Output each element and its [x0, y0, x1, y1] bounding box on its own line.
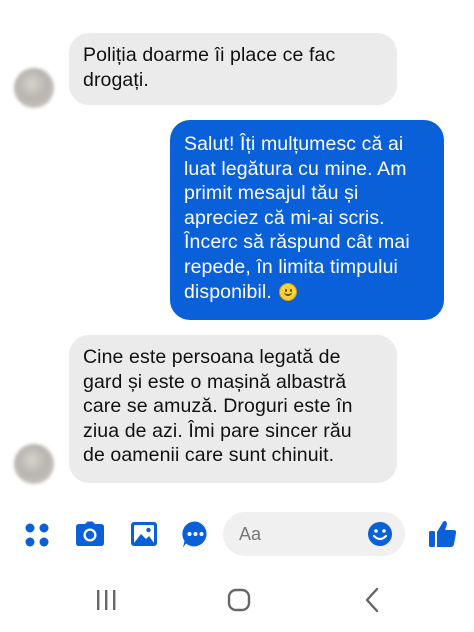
message-text-line: Încerc să răspund cât mai — [184, 231, 410, 254]
message-input[interactable]: Aa — [223, 512, 405, 556]
incoming-message-bubble[interactable]: Cine este persoana legată de gard și est… — [69, 335, 397, 483]
message-text: disponibil. — [184, 280, 272, 303]
message-text-line: care se amuză. Droguri este în — [83, 395, 353, 418]
back-icon[interactable] — [364, 587, 380, 613]
message-text-line: Poliția doarme îi place ce fac — [83, 44, 336, 66]
message-text-line: Cine este persoana legată de — [83, 346, 341, 368]
smiling-face-emoji-icon — [279, 282, 298, 301]
thumbs-up-icon[interactable] — [428, 519, 458, 549]
message-text-line: Salut! Îți mulțumesc că ai — [184, 133, 404, 155]
message-text-line: apreciez că mi-ai scris. — [184, 206, 385, 229]
outgoing-message-bubble[interactable]: Salut! Îți mulțumesc că ai luat legătura… — [170, 120, 444, 320]
contact-avatar[interactable] — [14, 444, 54, 484]
grid-menu-icon[interactable] — [24, 522, 50, 548]
message-text-line: luat legătura cu mine. Am — [184, 157, 407, 180]
gallery-icon[interactable] — [130, 521, 158, 547]
message-text-line: repede, în limita timpului — [184, 255, 398, 278]
incoming-message-bubble[interactable]: Poliția doarme îi place ce fac drogați. — [69, 33, 397, 105]
contact-avatar[interactable] — [14, 68, 54, 108]
home-icon[interactable] — [227, 588, 251, 612]
message-text-line: primit mesajul tău și — [184, 182, 359, 205]
message-text-line: drogați. — [83, 68, 149, 91]
camera-icon[interactable] — [75, 521, 105, 547]
voice-message-icon[interactable] — [181, 520, 210, 549]
message-text-line: de oamenii care sunt chinuit. — [83, 444, 335, 467]
message-text-line: gard și este o mașină albastră — [83, 370, 347, 393]
message-text-line: ziua de azi. Îmi pare sincer rău — [83, 419, 352, 442]
message-text-line-last: disponibil. — [184, 280, 430, 305]
message-input-placeholder: Aa — [239, 524, 262, 544]
recent-apps-icon[interactable] — [94, 589, 118, 611]
emoji-icon[interactable] — [367, 521, 393, 547]
